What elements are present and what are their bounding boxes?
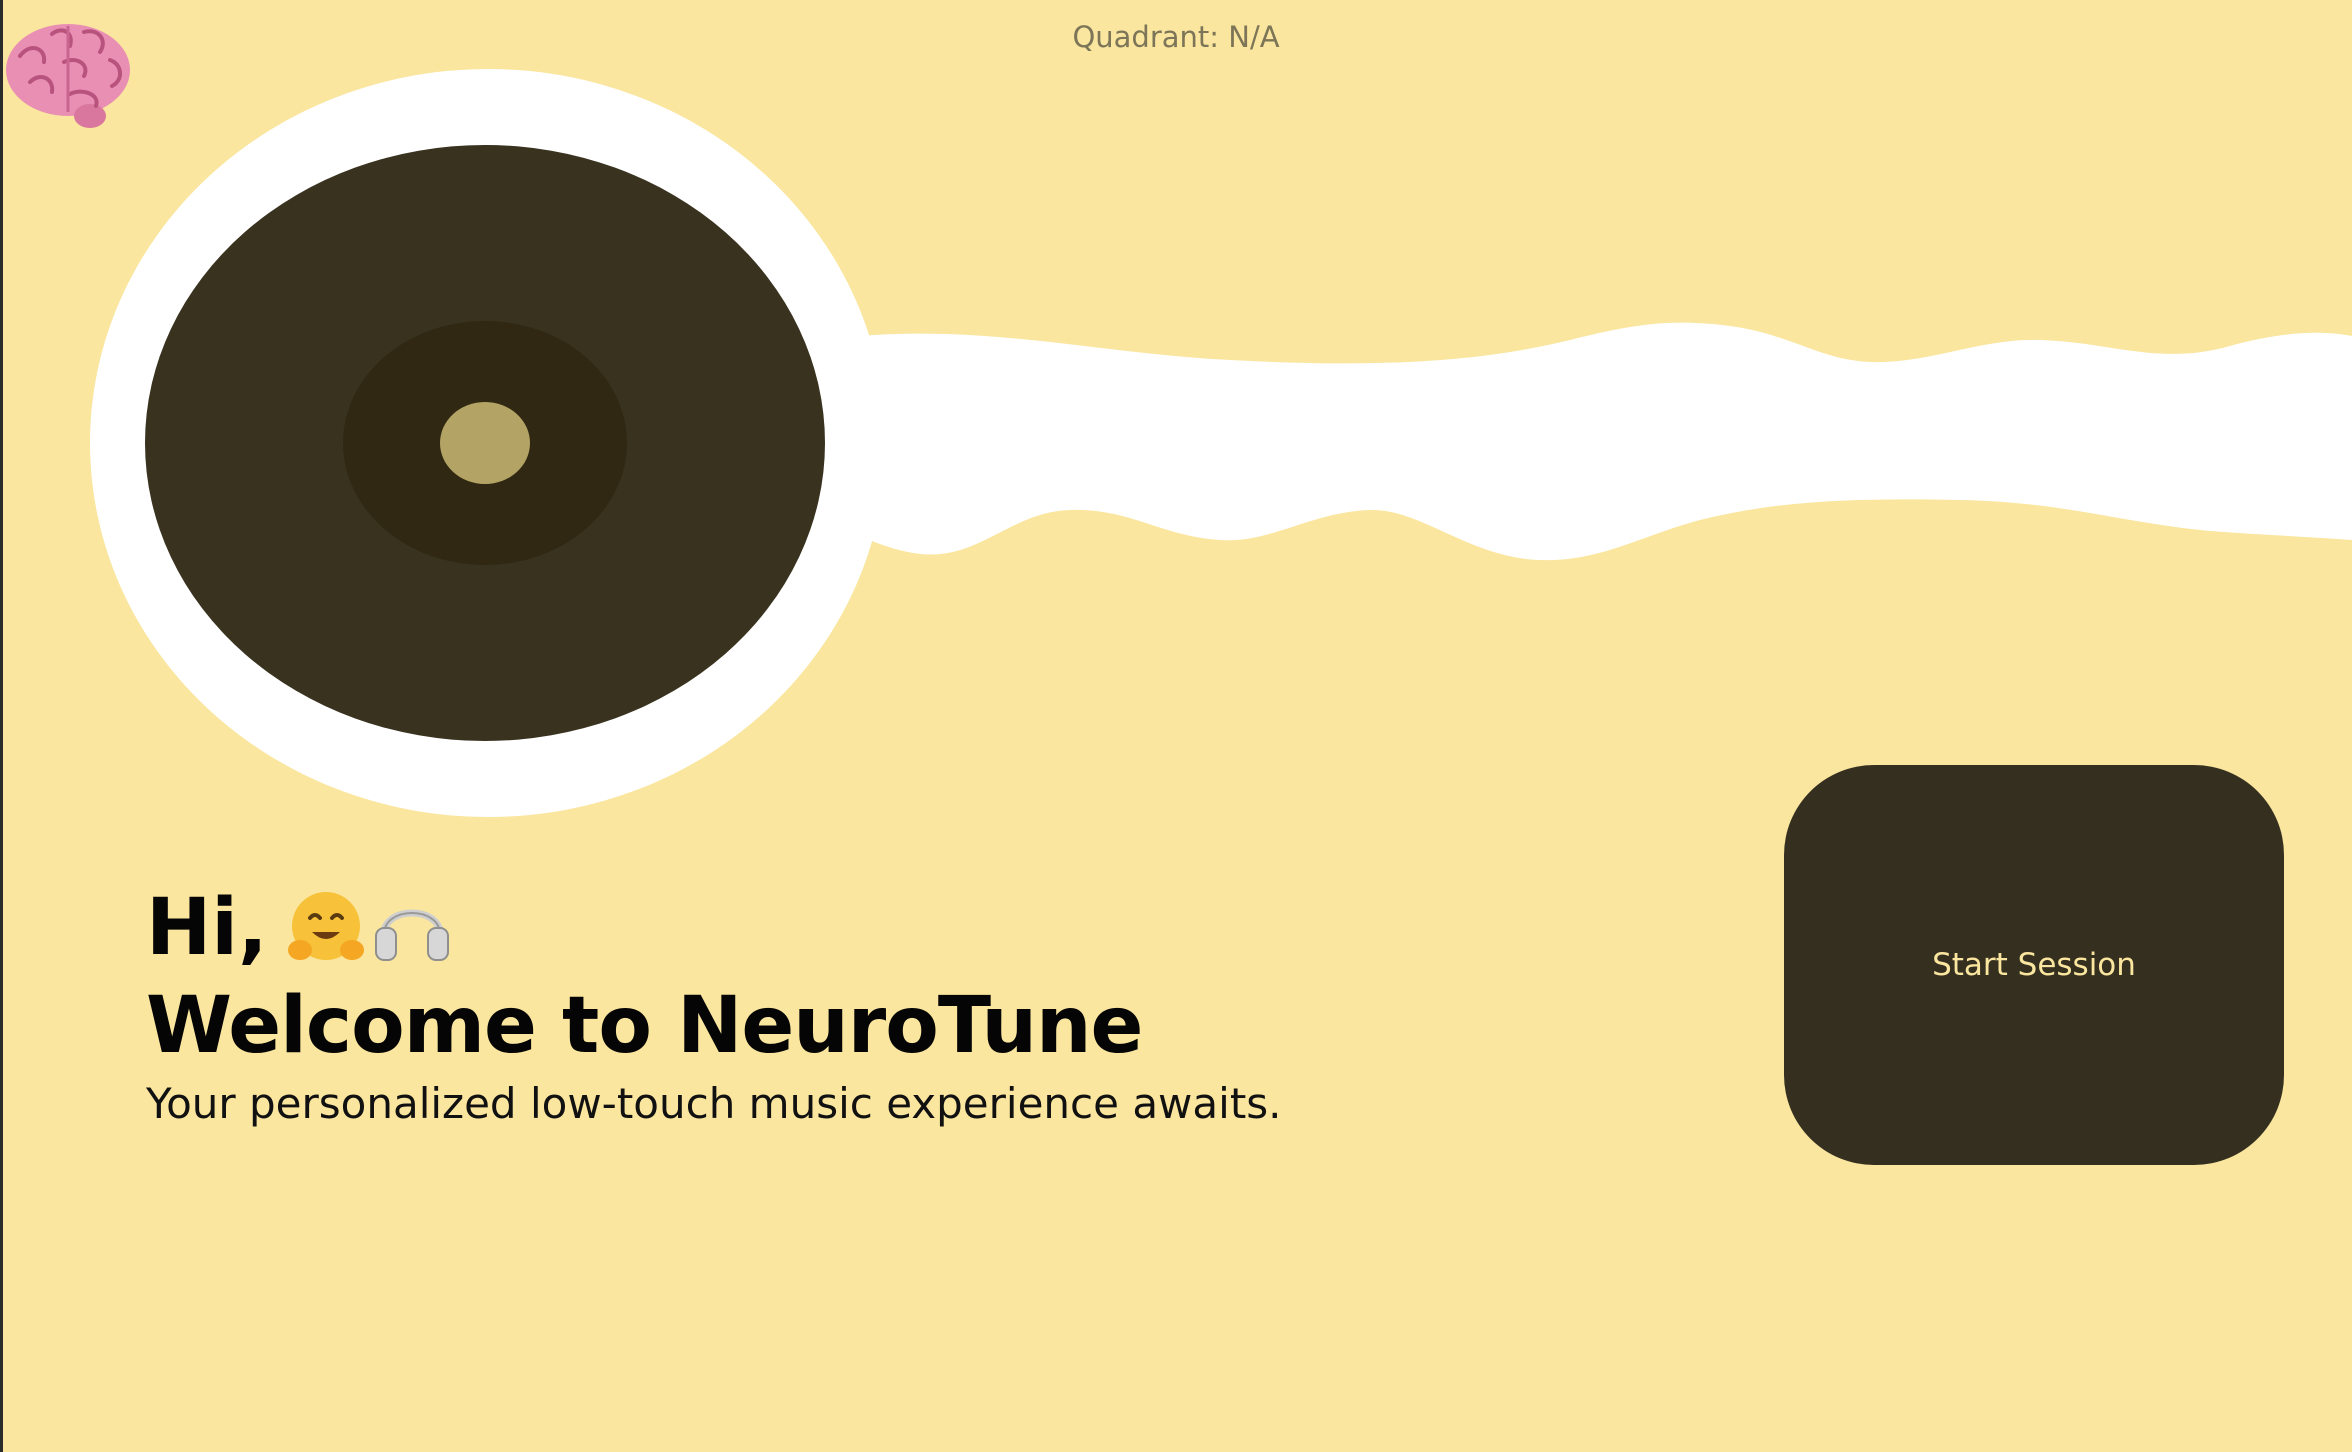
start-session-button[interactable]: Start Session bbox=[1784, 765, 2284, 1165]
hugging-face-icon bbox=[287, 892, 364, 960]
sound-wave bbox=[840, 322, 2352, 561]
record-illustration bbox=[90, 69, 2352, 817]
start-session-label: Start Session bbox=[1932, 947, 2136, 983]
quadrant-status: Quadrant: N/A bbox=[1072, 20, 1280, 54]
greeting-text: Hi, bbox=[146, 883, 268, 973]
welcome-title: Welcome to NeuroTune bbox=[146, 981, 1143, 1071]
greeting-heading: Hi, bbox=[146, 880, 454, 976]
headphones-icon bbox=[374, 909, 449, 961]
welcome-subtitle: Your personalized low-touch music experi… bbox=[146, 1079, 1282, 1128]
record-center bbox=[440, 402, 530, 484]
